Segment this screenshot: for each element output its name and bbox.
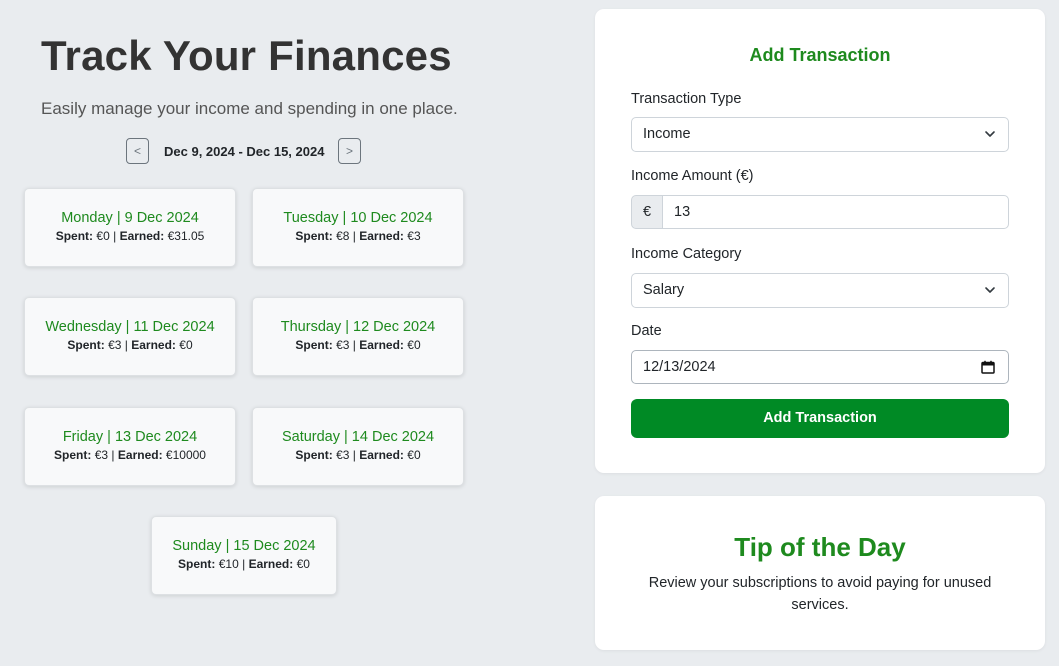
day-card-saturday[interactable]: Saturday | 14 Dec 2024 Spent: €3 | Earne… bbox=[252, 407, 464, 486]
stats-separator: | bbox=[242, 557, 246, 571]
spent-value: €10 bbox=[218, 557, 239, 571]
spent-label: Spent: bbox=[295, 448, 333, 462]
earned-value: €0 bbox=[407, 338, 421, 352]
earned-label: Earned: bbox=[359, 338, 404, 352]
day-stats: Spent: €8 | Earned: €3 bbox=[253, 229, 463, 243]
calendar-icon[interactable] bbox=[981, 360, 995, 374]
day-stats: Spent: €3 | Earned: €10000 bbox=[25, 448, 235, 462]
form-title: Add Transaction bbox=[749, 45, 891, 65]
earned-value: €31.05 bbox=[167, 229, 205, 243]
tip-text: Review your subscriptions to avoid payin… bbox=[648, 575, 992, 613]
spent-value: €8 bbox=[336, 229, 350, 243]
income-amount-group: € 13 bbox=[631, 195, 1009, 229]
stats-separator: | bbox=[113, 229, 117, 243]
day-stats: Spent: €3 | Earned: €0 bbox=[253, 448, 463, 462]
stats-separator: | bbox=[111, 448, 115, 462]
day-card-sunday[interactable]: Sunday | 15 Dec 2024 Spent: €10 | Earned… bbox=[151, 516, 337, 595]
transaction-type-select[interactable]: Income bbox=[631, 117, 1009, 152]
stats-separator: | bbox=[352, 338, 356, 352]
spent-value: €3 bbox=[336, 338, 350, 352]
tip-title: Tip of the Day bbox=[734, 532, 906, 562]
spent-value: €3 bbox=[94, 448, 109, 462]
income-category-select[interactable]: Salary bbox=[631, 273, 1009, 308]
date-value: 12/13/2024 bbox=[643, 359, 716, 375]
day-card-friday[interactable]: Friday | 13 Dec 2024 Spent: €3 | Earned:… bbox=[24, 407, 236, 486]
earned-label: Earned: bbox=[131, 338, 176, 352]
day-stats: Spent: €3 | Earned: €0 bbox=[253, 338, 463, 352]
day-title: Monday | 9 Dec 2024 bbox=[61, 210, 199, 226]
left-column: Track Your Finances Easily manage your i… bbox=[0, 0, 500, 666]
transaction-type-label: Transaction Type bbox=[631, 91, 742, 107]
date-label: Date bbox=[631, 323, 662, 339]
tip-panel: Tip of the Day Review your subscriptions… bbox=[595, 496, 1045, 650]
income-amount-label: Income Amount (€) bbox=[631, 168, 754, 184]
day-title: Friday | 13 Dec 2024 bbox=[62, 429, 198, 445]
income-amount-input[interactable]: 13 bbox=[662, 195, 1009, 229]
day-title: Thursday | 12 Dec 2024 bbox=[280, 319, 436, 335]
day-card-thursday[interactable]: Thursday | 12 Dec 2024 Spent: €3 | Earne… bbox=[252, 297, 464, 376]
page-subtitle: Easily manage your income and spending i… bbox=[41, 99, 458, 118]
day-title: Sunday | 15 Dec 2024 bbox=[172, 538, 316, 554]
day-title: Saturday | 14 Dec 2024 bbox=[281, 429, 435, 445]
earned-value: €10000 bbox=[165, 448, 206, 462]
day-card-monday[interactable]: Monday | 9 Dec 2024 Spent: €0 | Earned: … bbox=[24, 188, 236, 267]
stats-separator: | bbox=[124, 338, 128, 352]
earned-label: Earned: bbox=[119, 229, 165, 243]
day-card-tuesday[interactable]: Tuesday | 10 Dec 2024 Spent: €8 | Earned… bbox=[252, 188, 464, 267]
income-category-label: Income Category bbox=[631, 246, 742, 262]
day-stats: Spent: €10 | Earned: €0 bbox=[152, 557, 336, 571]
previous-week-button[interactable]: < bbox=[126, 138, 149, 164]
spent-value: €3 bbox=[336, 448, 350, 462]
add-transaction-button[interactable]: Add Transaction bbox=[631, 399, 1009, 438]
currency-prefix: € bbox=[631, 195, 663, 229]
day-title: Wednesday | 11 Dec 2024 bbox=[45, 319, 215, 335]
next-week-button[interactable]: > bbox=[338, 138, 361, 164]
spent-label: Spent: bbox=[178, 557, 216, 571]
stats-separator: | bbox=[352, 229, 356, 243]
transaction-type-value: Income bbox=[643, 126, 691, 142]
chevron-down-icon bbox=[985, 131, 995, 137]
chevron-down-icon bbox=[985, 287, 995, 293]
week-range-label: Dec 9, 2024 - Dec 15, 2024 bbox=[164, 144, 325, 159]
spent-label: Spent: bbox=[295, 338, 333, 352]
day-title: Tuesday | 10 Dec 2024 bbox=[283, 210, 433, 226]
spent-label: Spent: bbox=[54, 448, 92, 462]
earned-label: Earned: bbox=[359, 229, 404, 243]
spent-label: Spent: bbox=[67, 338, 105, 352]
earned-value: €3 bbox=[407, 229, 421, 243]
week-navigation: < Dec 9, 2024 - Dec 15, 2024 > bbox=[126, 138, 361, 164]
earned-label: Earned: bbox=[248, 557, 294, 571]
earned-value: €0 bbox=[179, 338, 193, 352]
spent-value: €3 bbox=[108, 338, 122, 352]
add-transaction-panel: Add Transaction Transaction Type Income … bbox=[595, 9, 1045, 473]
day-stats: Spent: €0 | Earned: €31.05 bbox=[25, 229, 235, 243]
day-stats: Spent: €3 | Earned: €0 bbox=[25, 338, 235, 352]
day-card-wednesday[interactable]: Wednesday | 11 Dec 2024 Spent: €3 | Earn… bbox=[24, 297, 236, 376]
earned-label: Earned: bbox=[117, 448, 163, 462]
spent-label: Spent: bbox=[55, 229, 94, 243]
earned-value: €0 bbox=[296, 557, 310, 571]
earned-value: €0 bbox=[407, 448, 421, 462]
page-title: Track Your Finances bbox=[41, 32, 452, 79]
earned-label: Earned: bbox=[359, 448, 404, 462]
income-category-value: Salary bbox=[643, 282, 685, 298]
spent-label: Spent: bbox=[295, 229, 333, 243]
date-input[interactable]: 12/13/2024 bbox=[631, 350, 1009, 384]
spent-value: €0 bbox=[96, 229, 110, 243]
stats-separator: | bbox=[352, 448, 356, 462]
